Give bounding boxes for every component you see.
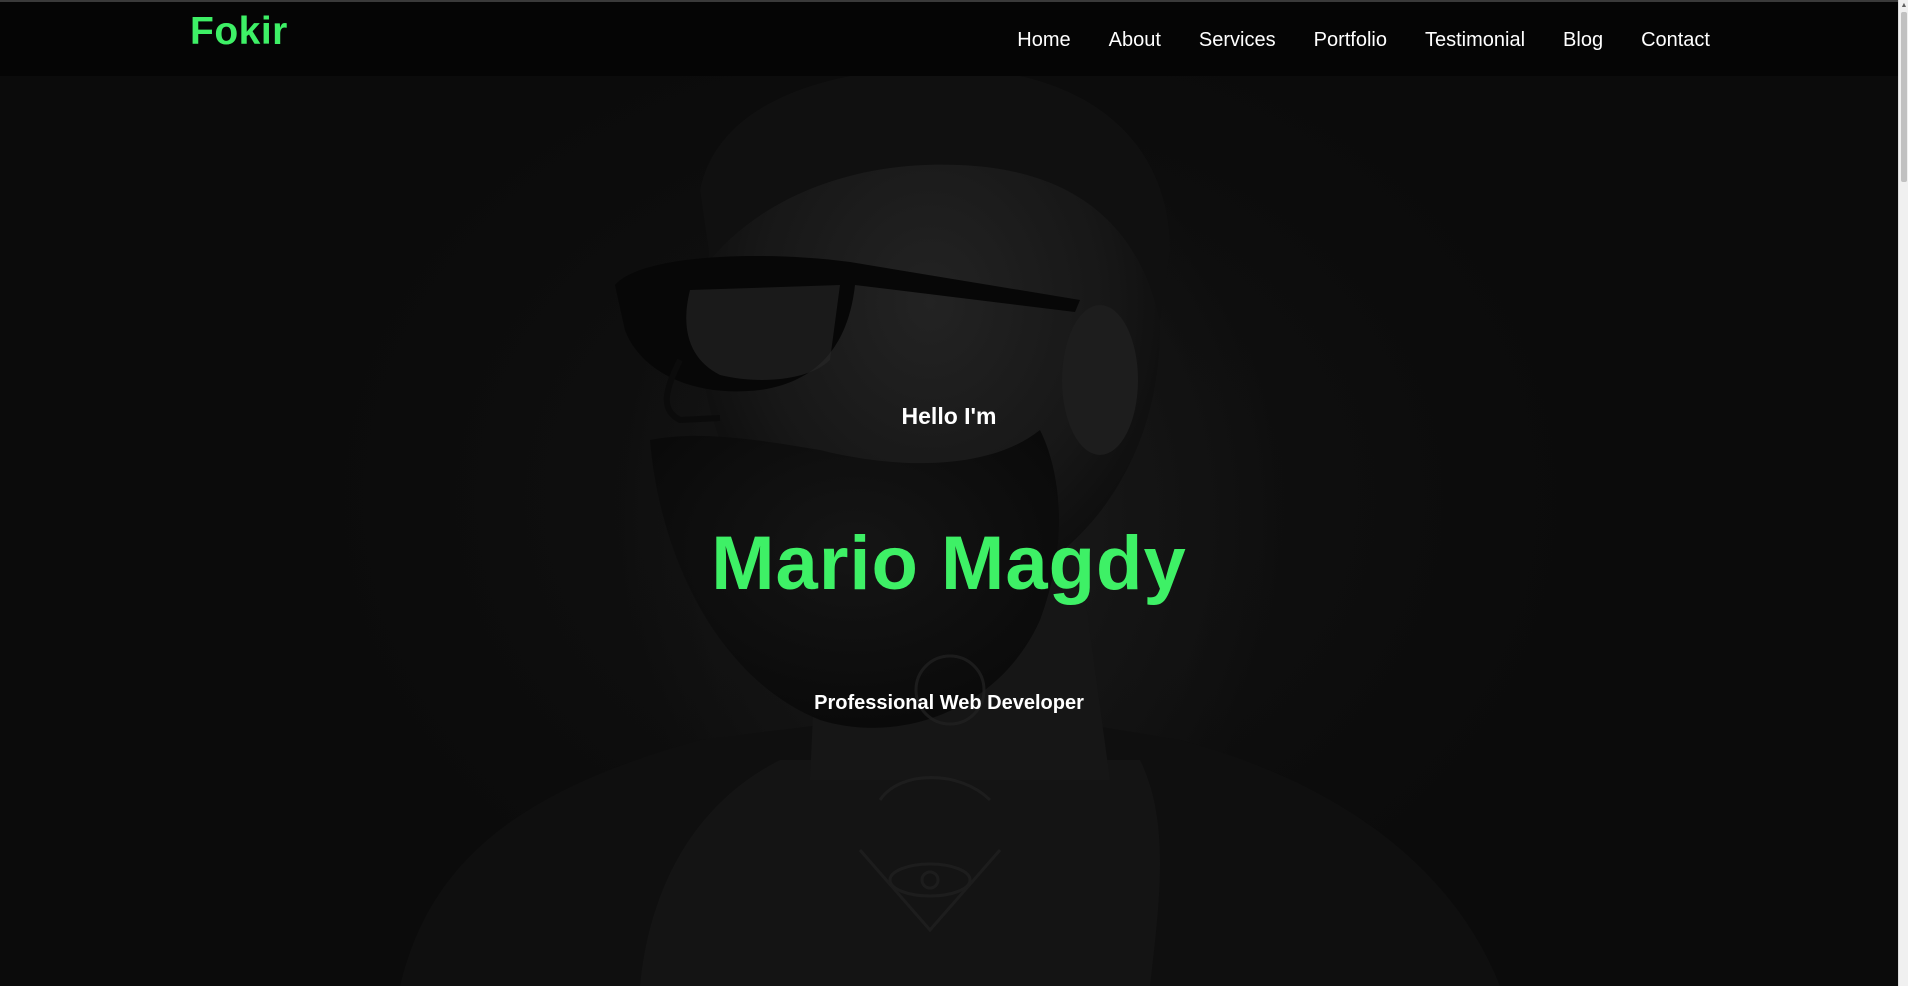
- page: Fokir Home About Services Portfolio Test…: [0, 0, 1908, 986]
- scrollbar-thumb[interactable]: [1901, 12, 1907, 182]
- nav-link-about[interactable]: About: [1109, 29, 1161, 51]
- nav-menu: Home About Services Portfolio Testimonia…: [1017, 29, 1710, 52]
- site-logo[interactable]: Fokir: [190, 10, 288, 54]
- nav-link-testimonial[interactable]: Testimonial: [1425, 29, 1525, 51]
- hero-portrait-image: [400, 60, 1500, 986]
- nav-link-home[interactable]: Home: [1017, 29, 1070, 51]
- nav-link-blog[interactable]: Blog: [1563, 29, 1603, 51]
- top-navbar: Fokir Home About Services Portfolio Test…: [0, 0, 1898, 76]
- nav-link-contact[interactable]: Contact: [1641, 29, 1710, 51]
- hero-greeting: Hello I'm: [901, 403, 997, 429]
- nav-link-services[interactable]: Services: [1199, 29, 1276, 51]
- nav-link-portfolio[interactable]: Portfolio: [1314, 29, 1387, 51]
- hero-role: Professional Web Developer: [814, 692, 1084, 714]
- hero-name: Mario Magdy: [711, 521, 1187, 606]
- page-scrollbar[interactable]: ▲: [1898, 0, 1908, 986]
- chevron-up-icon[interactable]: ▲: [1900, 2, 1908, 10]
